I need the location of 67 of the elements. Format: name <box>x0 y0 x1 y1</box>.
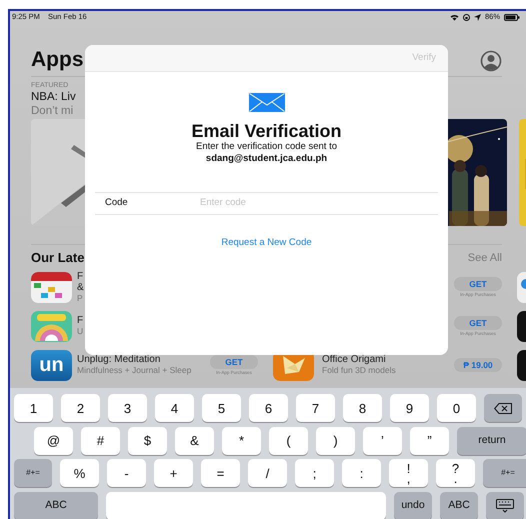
keyboard-key[interactable]: ? . <box>436 459 475 487</box>
keyboard-key[interactable]: + <box>154 459 193 487</box>
account-icon <box>480 50 502 72</box>
app-title: F <box>77 315 84 326</box>
keyboard-key[interactable]: $ <box>128 426 167 454</box>
app-icon <box>517 350 526 380</box>
featured-title: NBA: Liv <box>31 90 77 104</box>
app-subtitle: P <box>77 292 84 304</box>
keyboard-key[interactable]: 8 <box>343 394 382 422</box>
keyboard-key[interactable]: ; <box>295 459 334 487</box>
app-title: F <box>77 270 84 282</box>
symbols-key[interactable]: #+= <box>14 459 52 487</box>
symbols-key[interactable]: #+= <box>483 459 526 487</box>
keyboard-key[interactable]: * <box>222 426 261 454</box>
app-subtitle: U <box>77 326 84 337</box>
keyboard-key[interactable]: = <box>201 459 240 487</box>
app-title: Unplug: Meditation <box>77 354 162 365</box>
keyboard-key[interactable]: undo <box>394 492 432 519</box>
delete-key[interactable] <box>484 394 522 422</box>
keyboard-key[interactable]: 4 <box>155 394 194 422</box>
location-icon <box>474 14 481 20</box>
battery-icon <box>504 14 520 20</box>
hide-keyboard-key[interactable] <box>486 492 524 519</box>
wifi-icon <box>450 14 459 20</box>
featured-subtitle: Don’t mi <box>31 104 74 118</box>
keyboard-key[interactable]: ’ <box>363 426 402 454</box>
keyboard-key[interactable]: 2 <box>61 394 100 422</box>
lock-rotation-icon <box>462 14 470 20</box>
dialog-title: Email Verification <box>191 121 342 141</box>
keyboard-key[interactable]: 9 <box>390 394 429 422</box>
keyboard-icon <box>496 498 514 512</box>
app-title: & <box>77 282 85 292</box>
keyboard-key[interactable]: # <box>81 426 120 454</box>
backspace-icon <box>494 402 512 414</box>
keyboard-key[interactable]: : <box>342 459 381 487</box>
dialog-message: Enter the verification code sent to <box>196 141 337 153</box>
app-icon <box>517 310 526 342</box>
keyboard-key[interactable]: 5 <box>202 394 241 422</box>
keyboard-key[interactable]: / <box>248 459 287 487</box>
field-label: Code <box>104 196 129 210</box>
app-icon <box>517 272 526 302</box>
email-address: sdang@student.jca.edu.ph <box>206 153 328 165</box>
app-logo-text: un <box>31 350 72 380</box>
keyboard-key[interactable]: 1 <box>14 394 53 422</box>
keyboard-key[interactable]: ( <box>269 426 308 454</box>
page-title: Apps <box>31 48 84 72</box>
keyboard-key[interactable]: 3 <box>108 394 147 422</box>
keyboard-key[interactable]: ” <box>410 426 449 454</box>
envelope-icon <box>248 93 284 112</box>
calendar-icon <box>31 272 72 302</box>
keyboard-key[interactable]: 0 <box>437 394 476 422</box>
keyboard-key[interactable]: 6 <box>249 394 288 422</box>
app-subtitle: Mindfulness + Journal + Sleep <box>77 365 192 376</box>
abc-key[interactable]: ABC <box>14 492 98 519</box>
keyboard-key[interactable]: % <box>60 459 99 487</box>
keyboard-key[interactable]: 7 <box>296 394 335 422</box>
return-key[interactable]: return <box>457 426 526 454</box>
keyboard-key[interactable]: & <box>175 426 214 454</box>
keyboard-key[interactable]: @ <box>34 426 73 454</box>
keyboard-key[interactable]: ) <box>316 426 355 454</box>
keyboard-key[interactable]: - <box>107 459 146 487</box>
keyboard-key[interactable]: ABC <box>440 492 478 519</box>
keyboard-key[interactable]: ! , <box>389 459 428 487</box>
section-title: Our Late <box>31 249 84 268</box>
app-title: Office Origami <box>322 354 387 365</box>
request-code-link[interactable]: Request a New Code <box>221 237 312 248</box>
app-subtitle: Fold fun 3D models <box>322 365 397 376</box>
